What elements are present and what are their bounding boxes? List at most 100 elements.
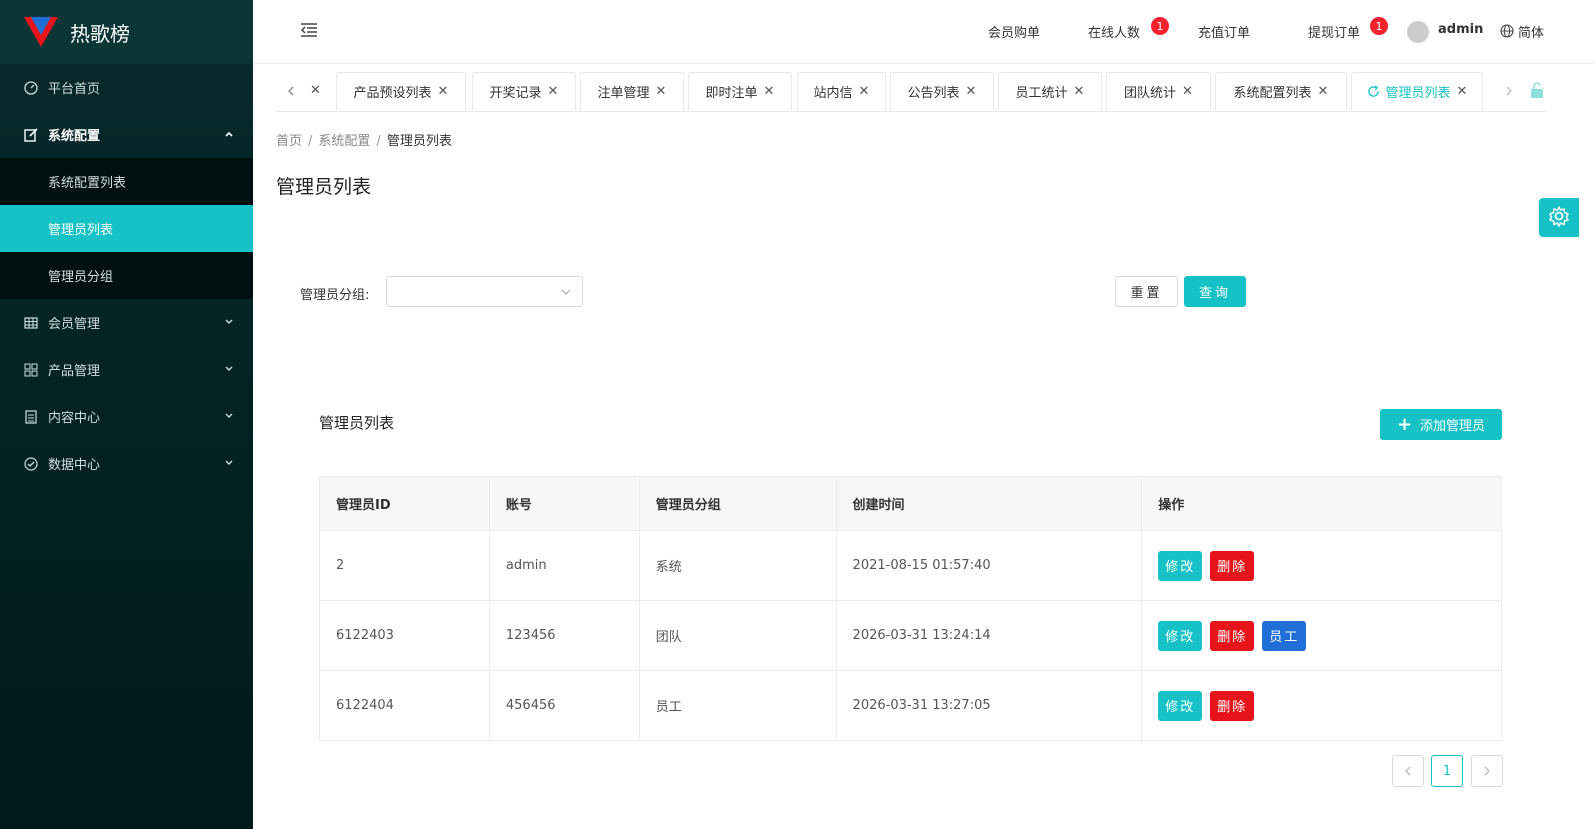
column-header: 账号 bbox=[488, 476, 640, 531]
nav-online-users[interactable]: 在线人数 bbox=[1088, 22, 1140, 41]
unlock-icon[interactable] bbox=[1529, 81, 1545, 103]
logo[interactable]: 热歌榜 bbox=[0, 0, 253, 64]
delete-button[interactable]: 删除 bbox=[1210, 690, 1255, 721]
grid-icon bbox=[24, 316, 38, 330]
sidebar-item-system-config[interactable]: 系统配置 bbox=[0, 111, 253, 158]
breadcrumb-separator: / bbox=[376, 134, 381, 149]
cell-account: admin bbox=[488, 530, 640, 601]
chevron-down-icon bbox=[223, 410, 235, 422]
tab-bet-management[interactable]: 注单管理 ✕ bbox=[580, 72, 684, 110]
sidebar-item-label: 数据中心 bbox=[48, 458, 101, 473]
user-name[interactable]: admin bbox=[1438, 22, 1483, 37]
nav-recharge-orders[interactable]: 充值订单 bbox=[1198, 22, 1250, 41]
nav-member-orders[interactable]: 会员购单 bbox=[988, 22, 1040, 41]
language-switch[interactable]: 简体 bbox=[1518, 22, 1544, 41]
edit-button[interactable]: 修改 bbox=[1158, 550, 1203, 581]
sidebar-item-config-list[interactable]: 系统配置列表 bbox=[0, 158, 253, 205]
cell-id: 2 bbox=[319, 530, 490, 601]
close-icon[interactable]: ✕ bbox=[1318, 84, 1329, 99]
tab-draw-records[interactable]: 开奖记录 ✕ bbox=[472, 72, 576, 110]
cell-account: 456456 bbox=[488, 670, 640, 741]
tab-product-preset[interactable]: 产品预设列表 ✕ bbox=[336, 72, 466, 110]
reset-button[interactable]: 重置 bbox=[1115, 276, 1178, 307]
prev-page-button[interactable] bbox=[1392, 755, 1424, 787]
sidebar-item-home[interactable]: 平台首页 bbox=[0, 64, 253, 111]
sidebar-item-admin-list[interactable]: 管理员列表 bbox=[0, 205, 253, 252]
tab-label: 公告列表 bbox=[907, 86, 960, 101]
sidebar-item-products[interactable]: 产品管理 bbox=[0, 346, 253, 393]
chevron-down-icon bbox=[223, 457, 235, 469]
sidebar-item-label: 系统配置 bbox=[48, 129, 101, 144]
breadcrumb-current: 管理员列表 bbox=[386, 134, 452, 149]
settings-button[interactable] bbox=[1539, 198, 1579, 237]
next-page-button[interactable] bbox=[1471, 755, 1503, 787]
tab-scroll-left-icon[interactable] bbox=[286, 85, 296, 101]
table-header-row: 管理员ID 账号 管理员分组 创建时间 操作 bbox=[319, 476, 1502, 531]
close-icon[interactable]: ✕ bbox=[310, 83, 321, 98]
delete-button[interactable]: 删除 bbox=[1210, 620, 1255, 651]
page-1-button[interactable]: 1 bbox=[1431, 755, 1463, 787]
avatar[interactable] bbox=[1407, 21, 1429, 43]
table-row: 2 admin 系统 2021-08-15 01:57:40 修改 删除 bbox=[319, 530, 1502, 601]
column-header: 管理员分组 bbox=[638, 476, 837, 531]
close-icon[interactable]: ✕ bbox=[966, 84, 977, 99]
sidebar-item-data[interactable]: 数据中心 bbox=[0, 440, 253, 487]
close-icon[interactable]: ✕ bbox=[548, 84, 559, 99]
tab-bar: ✕ 产品预设列表 ✕ 开奖记录 ✕ 注单管理 ✕ 即时注单 ✕ 站内信 ✕ 公告列表 ✕ 员… bbox=[276, 72, 1546, 112]
staff-button[interactable]: 员工 bbox=[1262, 620, 1307, 651]
tab-label: 即时注单 bbox=[705, 86, 758, 101]
close-icon[interactable]: ✕ bbox=[1457, 84, 1468, 99]
column-header: 管理员ID bbox=[319, 476, 490, 531]
table-row: 6122403 123456 团队 2026-03-31 13:24:14 修改… bbox=[319, 600, 1502, 671]
column-header: 创建时间 bbox=[835, 476, 1143, 531]
close-icon[interactable]: ✕ bbox=[1074, 84, 1085, 99]
edit-button[interactable]: 修改 bbox=[1158, 690, 1203, 721]
sidebar: 热歌榜 平台首页 系统配置 系统配置列表 管理员列表 管理员分组 会员管理 产品… bbox=[0, 0, 253, 829]
delete-button[interactable]: 删除 bbox=[1210, 550, 1255, 581]
tab-instant-bets[interactable]: 即时注单 ✕ bbox=[688, 72, 792, 110]
chevron-left-icon bbox=[1405, 766, 1411, 776]
add-admin-label: 添加管理员 bbox=[1420, 419, 1486, 434]
tab-label: 产品预设列表 bbox=[353, 86, 432, 101]
tab-scroll-right-icon[interactable] bbox=[1504, 85, 1514, 101]
edit-button[interactable]: 修改 bbox=[1158, 620, 1203, 651]
sidebar-item-members[interactable]: 会员管理 bbox=[0, 299, 253, 346]
online-users-badge: 1 bbox=[1151, 17, 1169, 35]
refresh-icon[interactable] bbox=[1367, 85, 1380, 98]
breadcrumb-home[interactable]: 首页 bbox=[276, 134, 302, 149]
query-button[interactable]: 查询 bbox=[1184, 276, 1246, 307]
close-icon[interactable]: ✕ bbox=[859, 84, 870, 99]
chevron-right-icon bbox=[1484, 766, 1490, 776]
chevron-down-icon bbox=[223, 316, 235, 328]
sidebar-item-label: 管理员列表 bbox=[48, 223, 114, 238]
close-icon[interactable]: ✕ bbox=[764, 84, 775, 99]
close-icon[interactable]: ✕ bbox=[1182, 84, 1193, 99]
table-row: 6122404 456456 员工 2026-03-31 13:27:05 修改… bbox=[319, 670, 1502, 741]
cell-account: 123456 bbox=[488, 600, 640, 671]
add-admin-button[interactable]: + 添加管理员 bbox=[1380, 409, 1502, 440]
tab-announcements[interactable]: 公告列表 ✕ bbox=[890, 72, 994, 110]
cell-actions: 修改 删除 bbox=[1141, 670, 1502, 741]
tab-staff-stats[interactable]: 员工统计 ✕ bbox=[998, 72, 1102, 110]
menu-fold-icon[interactable] bbox=[300, 22, 318, 42]
globe-icon[interactable] bbox=[1500, 24, 1514, 42]
cell-id: 6122403 bbox=[319, 600, 490, 671]
chevron-down-icon bbox=[223, 363, 235, 375]
page-title: 管理员列表 bbox=[276, 176, 372, 198]
sidebar-item-admin-group[interactable]: 管理员分组 bbox=[0, 252, 253, 299]
sidebar-item-content[interactable]: 内容中心 bbox=[0, 393, 253, 440]
nav-withdraw-orders[interactable]: 提现订单 bbox=[1308, 22, 1360, 41]
tab-system-config-list[interactable]: 系统配置列表 ✕ bbox=[1215, 72, 1347, 110]
tab-team-stats[interactable]: 团队统计 ✕ bbox=[1106, 72, 1211, 110]
close-icon[interactable]: ✕ bbox=[656, 84, 667, 99]
tab-label: 管理员列表 bbox=[1385, 86, 1451, 101]
tab-label: 开奖记录 bbox=[489, 86, 542, 101]
close-icon[interactable]: ✕ bbox=[438, 84, 449, 99]
tab-messages[interactable]: 站内信 ✕ bbox=[797, 72, 886, 110]
breadcrumb-system-config[interactable]: 系统配置 bbox=[318, 134, 370, 149]
admin-group-select[interactable] bbox=[386, 276, 583, 307]
cell-group: 团队 bbox=[638, 600, 837, 671]
sidebar-item-label: 系统配置列表 bbox=[48, 176, 127, 191]
chevron-down-icon bbox=[560, 286, 572, 302]
tab-admin-list[interactable]: 管理员列表 ✕ bbox=[1351, 72, 1483, 110]
